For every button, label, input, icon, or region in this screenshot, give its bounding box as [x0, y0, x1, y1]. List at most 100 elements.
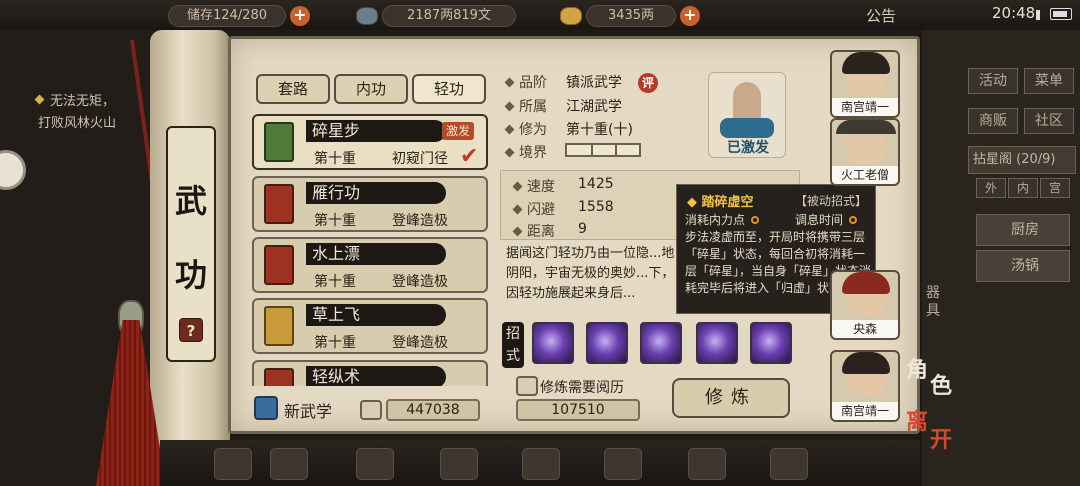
kitchen-button[interactable]: 厨房	[976, 214, 1070, 246]
party-member-name: 南宫靖一	[832, 402, 898, 420]
book-icon	[264, 306, 294, 346]
skill-item[interactable]: 雁行功 第十重 登峰造极	[252, 176, 488, 232]
skill-level: 第十重	[314, 335, 356, 351]
belong-label: 所属	[519, 99, 547, 115]
quest-desc[interactable]: 打败风林火山	[38, 112, 116, 131]
help-button[interactable]: ?	[179, 318, 203, 342]
move-slot-icon[interactable]	[532, 322, 574, 364]
skill-level: 第十重	[314, 274, 356, 290]
bottom-menu-icon[interactable]	[440, 448, 478, 480]
leave-label-1[interactable]: 离	[906, 404, 928, 436]
bottom-menu-icon[interactable]	[214, 448, 252, 480]
tab-palace[interactable]: 宫	[1040, 178, 1070, 198]
figure-base-icon	[720, 118, 774, 138]
new-skill-icon[interactable]	[254, 396, 278, 420]
moves-label: 招式	[502, 322, 524, 368]
skill-name: 轻纵术	[306, 366, 446, 386]
soup-pot-button[interactable]: 汤锅	[976, 250, 1070, 282]
skill-level: 第十重	[314, 213, 356, 229]
scroll-book-icon	[264, 122, 294, 162]
cultivate-value: 第十重(十)	[566, 122, 633, 138]
bottom-menu-icon[interactable]	[688, 448, 726, 480]
skill-level: 第十重	[314, 151, 356, 167]
skill-item[interactable]: 草上飞 第十重 登峰造极	[252, 298, 488, 354]
tab-light-skill[interactable]: 轻功	[412, 74, 486, 104]
tools-side-tag[interactable]: 器具	[926, 284, 942, 320]
notice-button[interactable]: 公告	[866, 5, 896, 26]
move-slot-icon[interactable]	[750, 322, 792, 364]
bottom-menu-icon[interactable]	[604, 448, 642, 480]
bottom-menu-icon[interactable]	[770, 448, 808, 480]
bottom-menu-icon[interactable]	[356, 448, 394, 480]
scroll-title-char-2: 功	[174, 256, 207, 294]
quest-title[interactable]: 无法无矩，	[50, 90, 115, 109]
skill-stage: 登峰造极	[392, 335, 448, 351]
party-member-card[interactable]: 央森	[830, 270, 900, 340]
checkmark-icon: ✔	[460, 144, 479, 169]
move-slot-icon[interactable]	[640, 322, 682, 364]
skill-stage: 登峰造极	[392, 274, 448, 290]
practice-cost-value: 107510	[516, 399, 640, 421]
tab-outer[interactable]: 外	[976, 178, 1006, 198]
speed-row: 速度	[512, 176, 555, 196]
tooltip-type: 【被动招式】	[795, 194, 868, 208]
activated-label: 已激发	[727, 140, 769, 156]
skill-description: 据闻这门轻功乃由一位隐...地阴阳，宇宙无极的奥妙...下，因轻功施展起来身后.…	[506, 246, 675, 301]
tooltip-title: ◆ 踏碎虚空	[687, 195, 754, 210]
practice-button[interactable]: 修炼	[672, 378, 790, 418]
book-icon	[264, 368, 294, 386]
party-member-name: 火工老僧	[832, 166, 898, 184]
silver-icon	[356, 7, 378, 25]
practice-book-icon	[516, 376, 538, 396]
tooltip-cost: 消耗内力点	[685, 211, 760, 228]
skill-item[interactable]: 碎星步 激发 第十重 初窥门径 ✔	[252, 114, 488, 170]
grade-rating-badge[interactable]: 评	[638, 73, 658, 93]
skill-name: 水上漂	[306, 243, 446, 265]
ring-icon	[751, 216, 760, 224]
role-label-1[interactable]: 角	[906, 352, 928, 384]
new-skill-button[interactable]: 新武学	[284, 398, 332, 422]
dodge-value: 1558	[578, 199, 614, 215]
book-icon	[264, 184, 294, 224]
party-member-card[interactable]: 火工老僧	[830, 118, 900, 186]
gold-counter: 3435两	[586, 5, 676, 27]
storage-add-button[interactable]: +	[290, 6, 310, 26]
skill-item[interactable]: 水上漂 第十重 登峰造极	[252, 237, 488, 293]
community-button[interactable]: 社区	[1024, 108, 1074, 134]
bottom-menu-icon[interactable]	[270, 448, 308, 480]
skill-name: 草上飞	[306, 304, 446, 326]
tab-inner[interactable]: 内	[1008, 178, 1038, 198]
party-member-card[interactable]: 南宫靖一	[830, 350, 900, 422]
dodge-row: 闪避	[512, 199, 555, 219]
pagoda-button[interactable]: 拈星阁 (20/9)	[968, 146, 1076, 174]
skill-name: 碎星步	[306, 120, 446, 142]
tab-inner-skill[interactable]: 内功	[334, 74, 408, 104]
role-label-2[interactable]: 色	[930, 368, 952, 400]
party-member-card[interactable]: 南宫靖一	[830, 50, 900, 118]
character-hair	[842, 272, 890, 294]
tooltip-cooldown: 调息时间	[795, 211, 858, 228]
move-slot-icon[interactable]	[586, 322, 628, 364]
reading-points-value: 447038	[386, 399, 480, 421]
range-value: 9	[578, 221, 587, 237]
leave-label-2[interactable]: 开	[930, 422, 952, 454]
realm-row: 境界	[504, 142, 547, 162]
tab-routine[interactable]: 套路	[256, 74, 330, 104]
range-label: 距离	[527, 224, 555, 240]
bottom-menu-icon[interactable]	[522, 448, 560, 480]
merchant-button[interactable]: 商贩	[968, 108, 1018, 134]
realm-bar	[565, 143, 641, 157]
clock: 20:48	[992, 4, 1036, 22]
move-slot-icon[interactable]	[696, 322, 738, 364]
skill-stage: 初窥门径	[392, 151, 448, 167]
skill-item[interactable]: 轻纵术	[252, 360, 488, 386]
menu-button[interactable]: 菜单	[1024, 68, 1074, 94]
activity-button[interactable]: 活动	[968, 68, 1018, 94]
belong-value: 江湖武学	[566, 99, 622, 115]
reading-book-icon	[360, 400, 382, 420]
party-member-name: 央森	[832, 320, 898, 338]
book-icon	[264, 245, 294, 285]
character-hair	[842, 52, 890, 74]
gold-add-button[interactable]: +	[680, 6, 700, 26]
practice-requirement-label: 修炼需要阅历	[540, 380, 624, 396]
